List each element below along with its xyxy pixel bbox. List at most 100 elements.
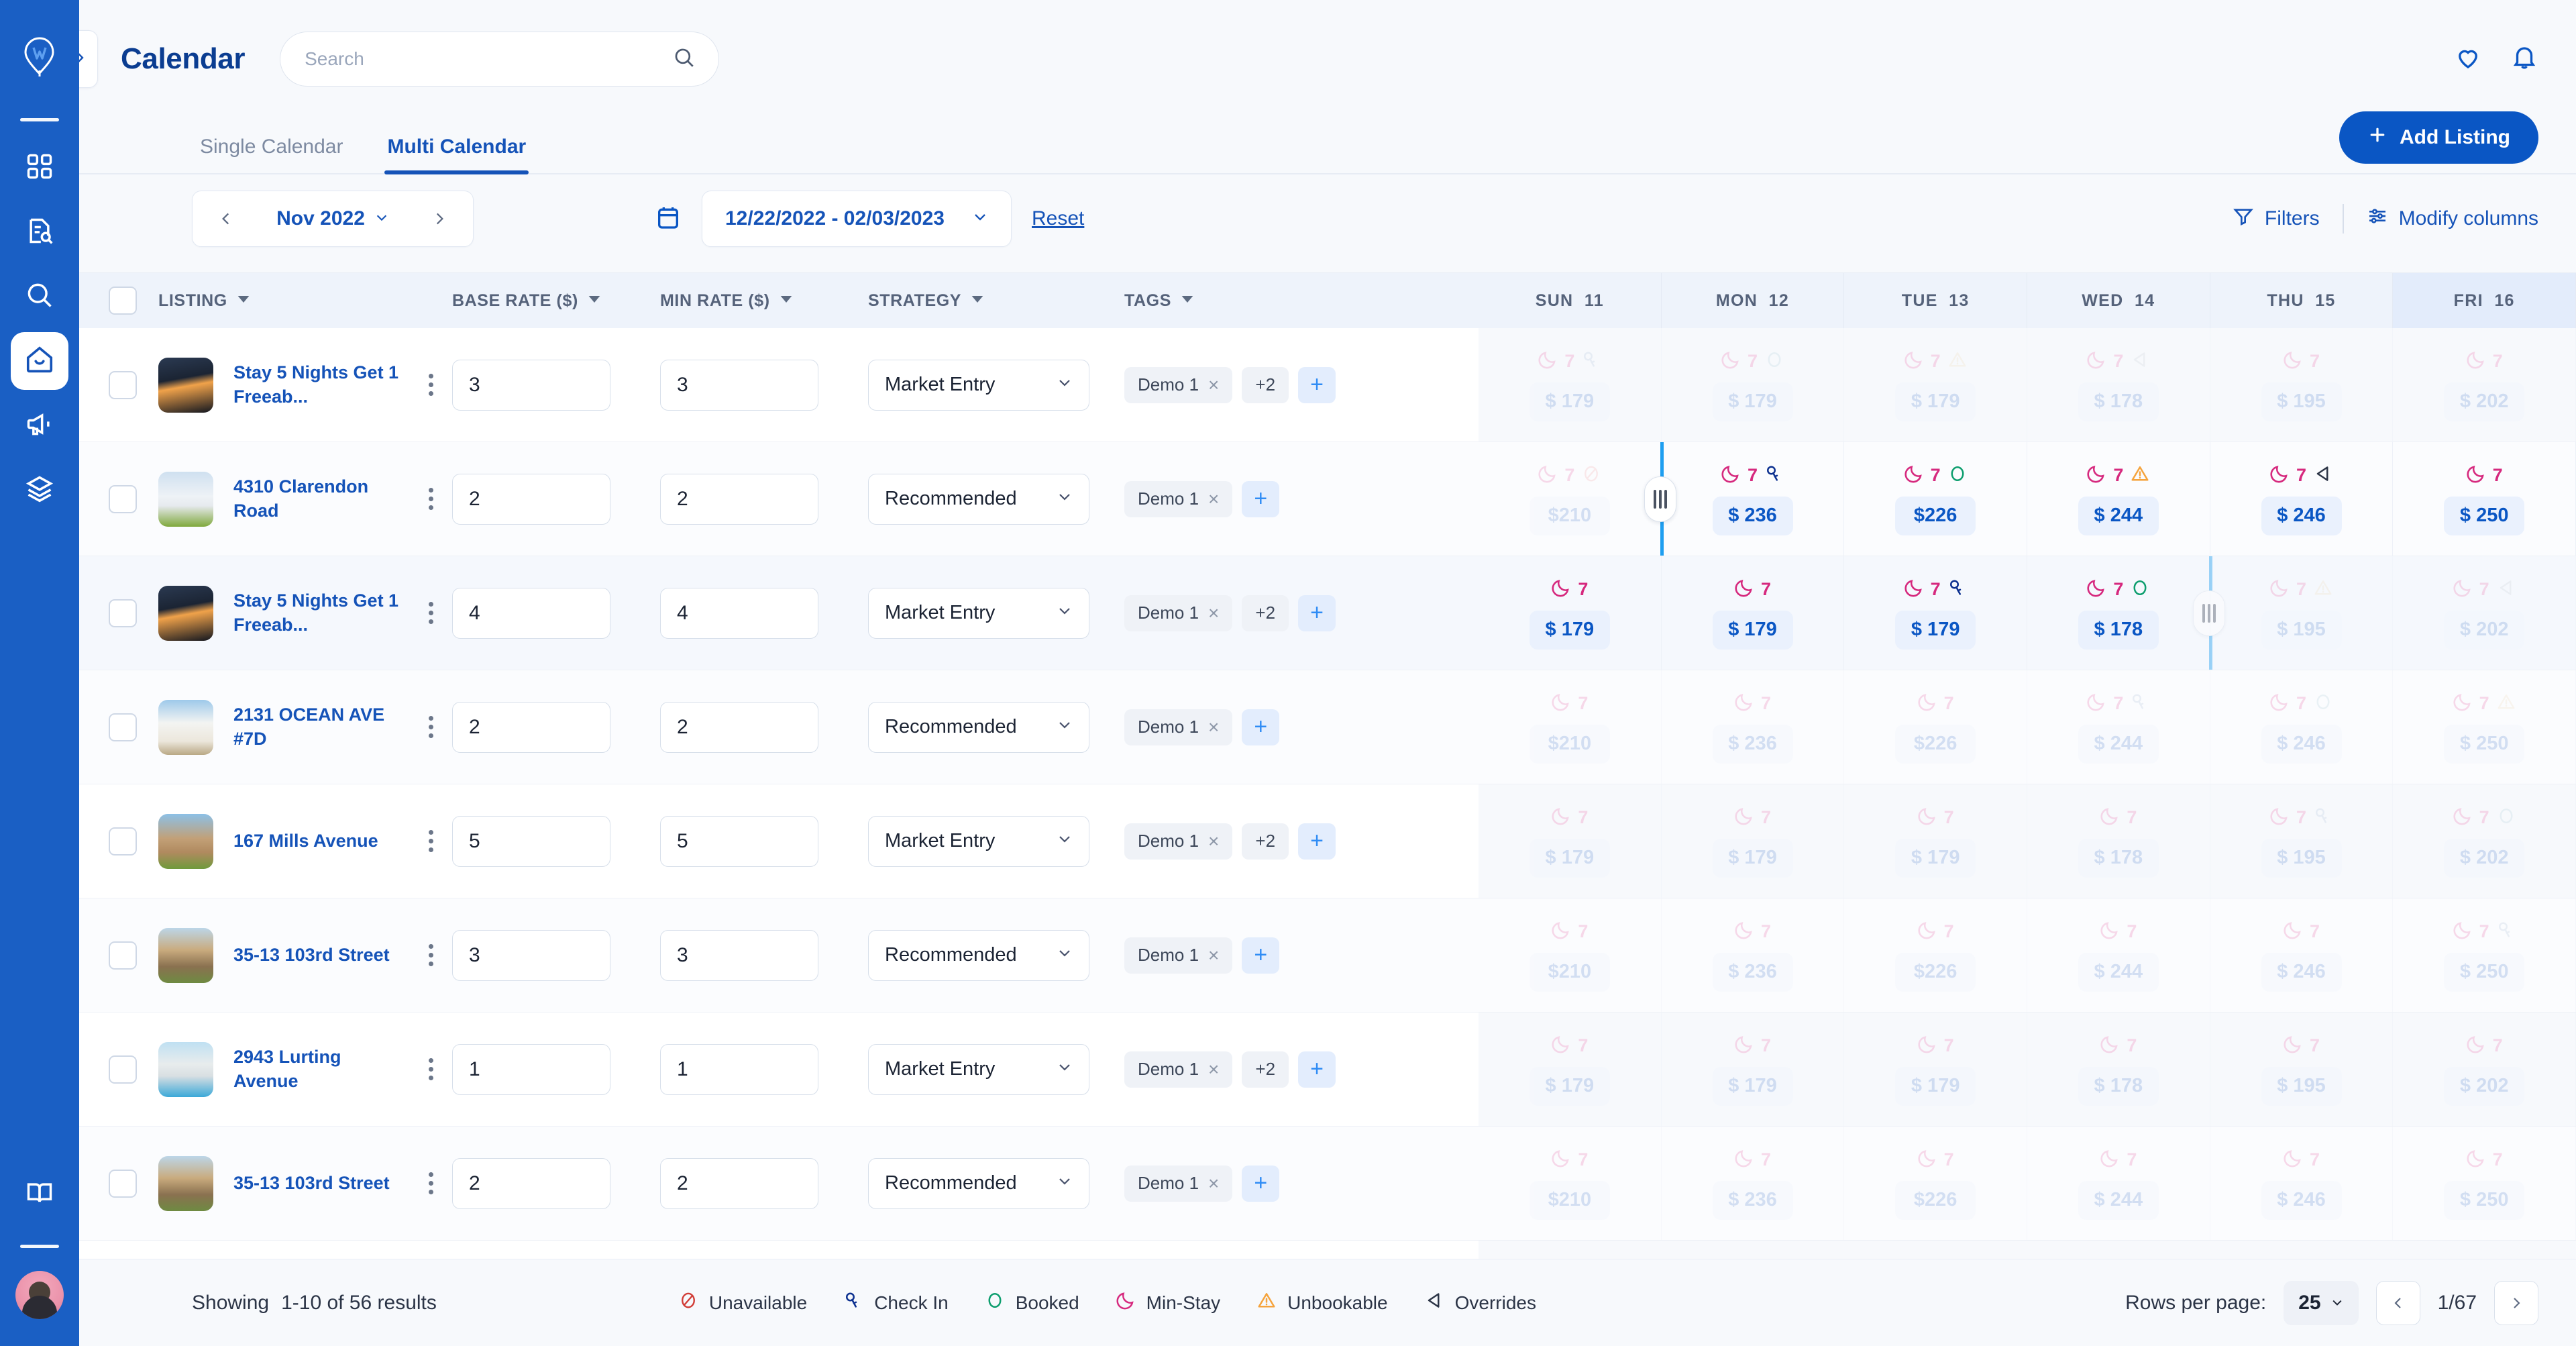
strategy-select[interactable]: Market Entry [868,587,1089,639]
calendar-cell[interactable]: 7 $210 [1479,1127,1662,1240]
base-rate-input[interactable] [452,929,610,981]
table-row[interactable]: 2131 OCEAN AVE #7D Recommended Demo 1 [79,670,1479,784]
calendar-cell-price[interactable]: $ 236 [1712,496,1793,535]
calendar-cell-price[interactable]: $ 195 [2261,1066,2342,1106]
calendar-cell-price[interactable]: $ 179 [1712,1066,1793,1106]
tag-chip[interactable]: Demo 1 × [1124,937,1233,974]
calendar-cell-price[interactable]: $ 250 [2444,496,2525,535]
search-input[interactable] [305,48,667,70]
column-header-base-rate[interactable]: BASE RATE ($) [452,291,660,311]
calendar-cell-price[interactable]: $ 202 [2444,838,2525,878]
calendar-cell[interactable]: 7 $ 236 [1662,670,1845,784]
x-icon[interactable]: × [1208,717,1219,737]
app-logo[interactable] [21,31,58,85]
calendar-cell[interactable]: 7 $ 246 [2210,1127,2394,1240]
table-row[interactable]: 2943 Lurting Avenue Market Entry Demo [79,1013,1479,1127]
strategy-select[interactable]: Market Entry [868,815,1089,867]
calendar-cell-price[interactable]: $ 244 [2078,952,2159,992]
month-selector[interactable]: Nov 2022 [276,207,389,230]
calendar-cell[interactable]: 7 $ 179 [1662,784,1845,898]
calendar-cell-price[interactable]: $ 250 [2444,952,2525,992]
calendar-cell-price[interactable]: $210 [1529,496,1610,535]
calendar-cell-price[interactable]: $ 179 [1895,1066,1976,1106]
add-tag-button[interactable]: + [1298,366,1336,403]
calendar-cell-price[interactable]: $ 236 [1712,1180,1793,1220]
calendar-cell-price[interactable]: $ 179 [1895,382,1976,421]
calendar-cell-price[interactable]: $ 244 [2078,496,2159,535]
calendar-cell[interactable]: 7 $ 202 [2393,784,2576,898]
sidebar-item-integrations[interactable] [11,461,68,519]
row-menu-button[interactable] [429,374,433,396]
x-icon[interactable]: × [1208,489,1219,509]
calendar-day-header[interactable]: MON 12 [1662,273,1845,328]
search-box[interactable] [280,32,720,87]
calendar-cell[interactable]: 7 $ 179 [1479,1013,1662,1126]
calendar-cell[interactable]: 7 $ 250 [2393,1127,2576,1240]
strategy-select[interactable]: Recommended [868,701,1089,753]
row-checkbox[interactable] [109,370,137,399]
date-range-picker[interactable]: 12/22/2022 - 02/03/2023 [702,191,1012,247]
calendar-cell-price[interactable]: $ 236 [1712,952,1793,992]
listing-name-link[interactable]: 2943 Lurting Avenue [233,1045,401,1093]
x-icon[interactable]: × [1208,603,1219,623]
min-rate-input[interactable] [660,359,818,411]
column-header-strategy[interactable]: STRATEGY [868,291,1124,311]
tab-multi-calendar[interactable]: Multi Calendar [384,136,529,174]
range-drag-handle[interactable] [1644,476,1676,522]
calendar-cell-price[interactable]: $210 [1529,724,1610,764]
column-header-listing[interactable]: LISTING [158,291,452,311]
calendar-cell[interactable]: 7 $ 179 [1479,784,1662,898]
sidebar-item-dashboard[interactable] [11,139,68,197]
calendar-cell[interactable]: 7 $ 250 [2393,898,2576,1012]
calendar-cell[interactable]: 7 $226 [1844,1127,2028,1240]
tag-chip[interactable]: Demo 1 × [1124,823,1233,860]
calendar-cell-price[interactable]: $ 246 [2261,496,2342,535]
listing-name-link[interactable]: Stay 5 Nights Get 1 Freeab... [233,361,401,409]
calendar-cell-price[interactable]: $ 195 [2261,838,2342,878]
search-icon[interactable] [673,46,696,72]
calendar-cell[interactable]: 7 $ 244 [2027,1127,2210,1240]
calendar-cell-price[interactable]: $ 179 [1895,838,1976,878]
base-rate-input[interactable] [452,1157,610,1209]
listing-name-link[interactable]: Stay 5 Nights Get 1 Freeab... [233,589,401,637]
calendar-day-header[interactable]: SUN 11 [1479,273,1662,328]
calendar-cell-price[interactable]: $ 195 [2261,610,2342,650]
calendar-cell[interactable]: 7 $ 179 [1479,556,1662,670]
min-rate-input[interactable] [660,473,818,525]
calendar-cell[interactable]: 7 $ 179 [1844,784,2028,898]
base-rate-input[interactable] [452,815,610,867]
calendar-cell[interactable]: 7 $ 195 [2210,328,2394,442]
avatar[interactable] [15,1271,64,1319]
min-rate-input[interactable] [660,1157,818,1209]
min-rate-input[interactable] [660,815,818,867]
x-icon[interactable]: × [1208,945,1219,965]
calendar-cell[interactable]: 7 $ 236 [1644,442,1845,556]
calendar-cell[interactable]: 7 $ 202 [2393,1013,2576,1126]
row-menu-button[interactable] [429,602,433,624]
row-menu-button[interactable] [429,488,433,510]
calendar-cell[interactable]: 7 $ 250 [2393,670,2576,784]
x-icon[interactable]: × [1208,1059,1219,1079]
calendar-cell-price[interactable]: $ 250 [2444,724,2525,764]
listing-name-link[interactable]: 35-13 103rd Street [233,943,401,968]
calendar-cell[interactable]: 7 $ 195 [2210,1013,2394,1126]
calendar-cell-price[interactable]: $ 178 [2078,382,2159,421]
sidebar-item-reports[interactable] [11,203,68,261]
calendar-day-header[interactable]: THU 15 [2210,273,2394,328]
sidebar-item-marketing[interactable] [11,397,68,454]
calendar-cell[interactable]: 7 $ 179 [1844,556,2028,670]
heart-icon[interactable] [2454,44,2482,75]
calendar-cell[interactable]: 7 $ 179 [1662,1013,1845,1126]
filters-button[interactable]: Filters [2233,205,2320,232]
row-checkbox[interactable] [109,484,137,513]
select-all-checkbox[interactable] [109,287,137,315]
calendar-day-header[interactable]: FRI 16 [2393,273,2576,328]
calendar-cell-price[interactable]: $ 179 [1712,382,1793,421]
tag-chip[interactable]: Demo 1 × [1124,366,1233,403]
add-listing-button[interactable]: Add Listing [2339,111,2538,164]
table-row[interactable]: 35-13 103rd Street Recommended Demo 1 [79,1127,1479,1241]
calendar-cell[interactable]: 7 $ 178 [2027,556,2210,670]
calendar-cell-price[interactable]: $ 178 [2078,1066,2159,1106]
table-row[interactable]: Stay 5 Nights Get 1 Freeab... Market Ent… [79,556,1479,670]
calendar-cell-price[interactable]: $ 202 [2444,610,2525,650]
